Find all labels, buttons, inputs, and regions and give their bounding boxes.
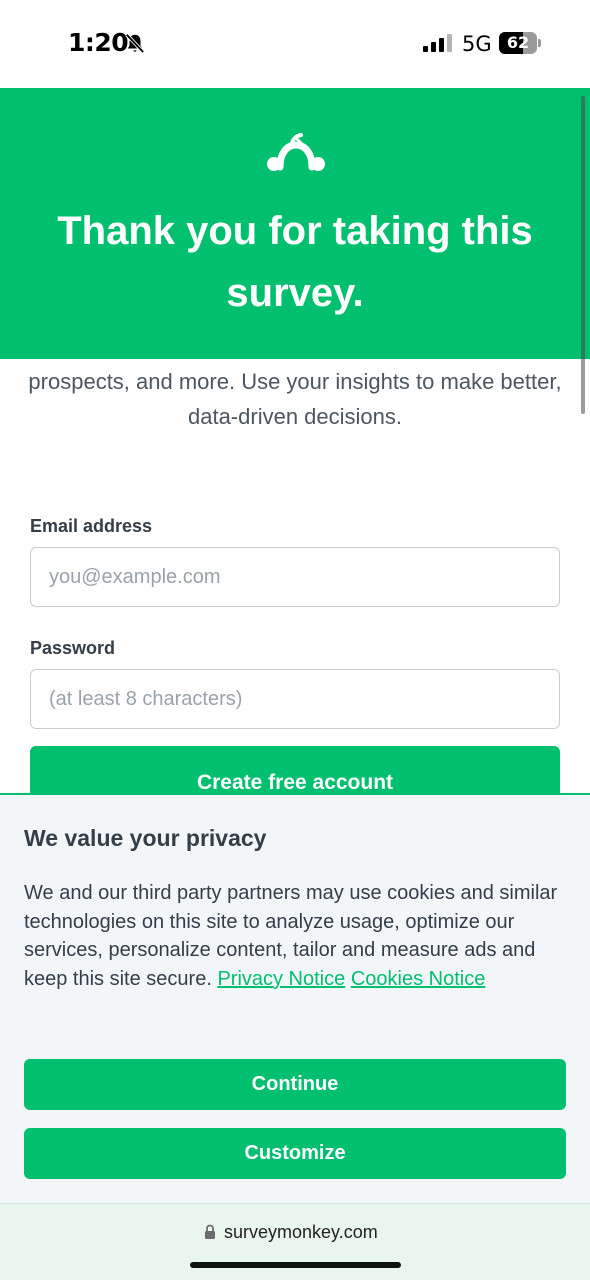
continue-button[interactable]: Continue bbox=[24, 1059, 566, 1110]
cookies-notice-link[interactable]: Cookies Notice bbox=[351, 968, 486, 990]
bell-slash-icon bbox=[125, 33, 145, 54]
password-field[interactable] bbox=[30, 669, 560, 729]
email-field[interactable] bbox=[30, 547, 560, 607]
url-text[interactable]: surveymonkey.com bbox=[224, 1222, 378, 1243]
network-label: 5G bbox=[462, 32, 492, 56]
status-bar: 1:20 5G 62 bbox=[0, 0, 590, 88]
page-title: Thank you for taking this survey. bbox=[57, 209, 533, 315]
scrollbar[interactable] bbox=[581, 96, 585, 414]
browser-url-bar[interactable]: surveymonkey.com bbox=[0, 1203, 590, 1280]
customize-button[interactable]: Customize bbox=[24, 1128, 566, 1179]
lock-icon bbox=[205, 1224, 215, 1239]
privacy-body: We and our third party partners may use … bbox=[24, 879, 569, 994]
status-time: 1:20 bbox=[68, 28, 129, 57]
battery-icon: 62 bbox=[499, 32, 541, 54]
signal-icon bbox=[423, 34, 452, 52]
battery-level: 62 bbox=[506, 33, 530, 52]
thank-you-header: Thank you for taking this survey. bbox=[0, 88, 590, 359]
battery-body: 62 bbox=[499, 32, 537, 54]
privacy-notice-link[interactable]: Privacy Notice bbox=[217, 968, 345, 990]
privacy-banner: We value your privacy We and our third p… bbox=[0, 793, 590, 1203]
email-label: Email address bbox=[30, 516, 153, 536]
privacy-title: We value your privacy bbox=[24, 825, 267, 851]
password-label: Password bbox=[30, 638, 116, 658]
home-indicator bbox=[190, 1262, 401, 1268]
battery-cap bbox=[538, 39, 541, 47]
surveymonkey-logo-icon bbox=[267, 133, 325, 171]
intro-text: prospects, and more. Use your insights t… bbox=[28, 369, 562, 429]
